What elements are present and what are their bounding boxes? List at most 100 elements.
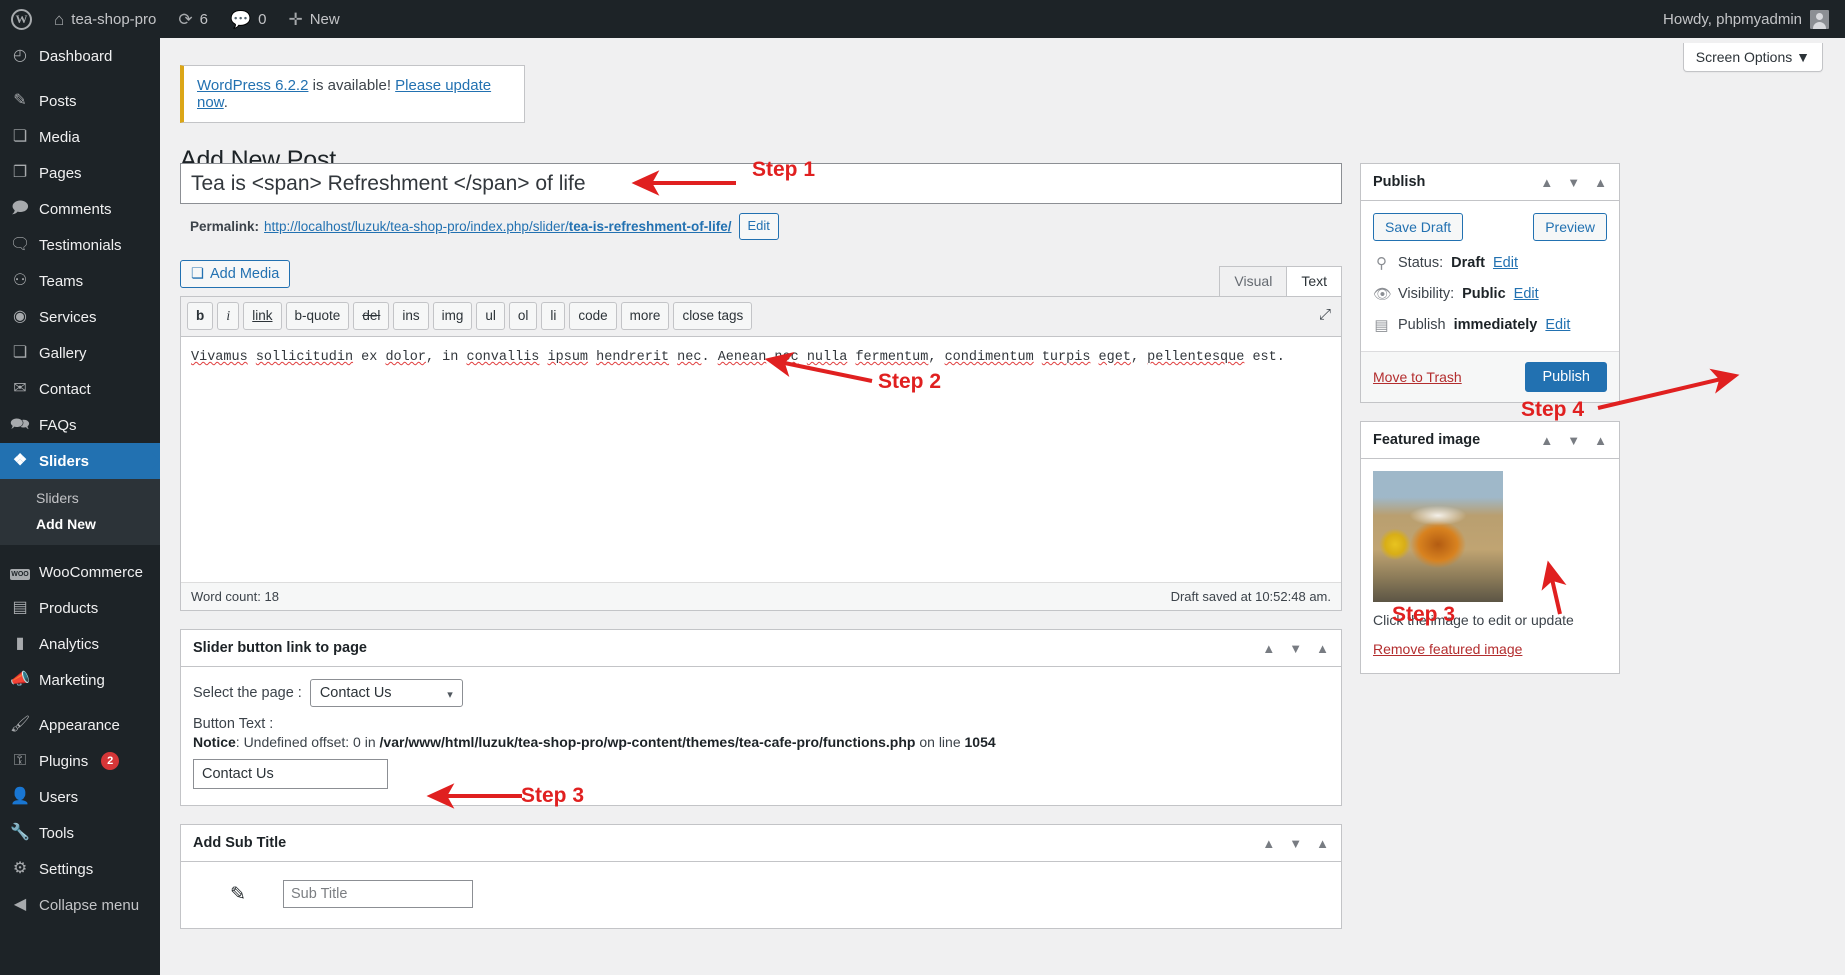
new-label: New xyxy=(309,10,340,28)
quicktag-blockquote[interactable]: b-quote xyxy=(285,301,350,331)
sidebar-item-comments[interactable]: 🗩 Comments xyxy=(0,191,160,227)
quicktag-bold[interactable]: b xyxy=(187,301,214,331)
sidebar-item-teams[interactable]: ⚇ Teams xyxy=(0,263,160,299)
quicktag-italic[interactable]: i xyxy=(217,301,240,331)
wordpress-version-link[interactable]: WordPress 6.2.2 xyxy=(197,77,308,94)
sidebar-item-dashboard[interactable]: ◴ Dashboard xyxy=(0,38,160,74)
sidebar-item-tools[interactable]: 🔧 Tools xyxy=(0,815,160,851)
move-up-icon[interactable]: ▲ xyxy=(1262,641,1275,656)
updates-button[interactable]: ⟳ 6 xyxy=(167,0,219,38)
quicktag-li[interactable]: li xyxy=(541,301,566,331)
edit-publish-date-link[interactable]: Edit xyxy=(1545,317,1570,333)
toggle-panel-icon[interactable]: ▲ xyxy=(1316,836,1329,851)
sidebar-item-plugins[interactable]: ⚿ Plugins 2 xyxy=(0,743,160,779)
quicktag-ins[interactable]: ins xyxy=(393,301,429,331)
sidebar-item-media[interactable]: ❏ Media xyxy=(0,119,160,155)
sidebar-item-products[interactable]: ▤ Products xyxy=(0,590,160,626)
sidebar-item-faqs[interactable]: 🗪 FAQs xyxy=(0,407,160,443)
status-label: Status: xyxy=(1398,255,1444,271)
button-text-input[interactable] xyxy=(193,759,388,790)
tab-visual[interactable]: Visual xyxy=(1219,265,1288,296)
remove-featured-image-link[interactable]: Remove featured image xyxy=(1373,641,1607,657)
sidebar-item-appearance[interactable]: 🖌 Appearance xyxy=(0,707,160,743)
sidebar-item-posts[interactable]: ✎ Posts xyxy=(0,83,160,119)
step-2-label: Step 2 xyxy=(878,370,942,393)
quicktag-code[interactable]: code xyxy=(569,301,617,331)
metabox-body: ✎ xyxy=(181,862,1341,928)
toggle-panel-icon[interactable]: ▲ xyxy=(1594,175,1607,190)
move-up-icon[interactable]: ▲ xyxy=(1540,433,1553,448)
add-media-button[interactable]: ❏ Add Media xyxy=(180,259,291,288)
move-up-icon[interactable]: ▲ xyxy=(1262,836,1275,851)
sidebar-item-label: Tools xyxy=(39,824,75,842)
sidebar-item-marketing[interactable]: 📣 Marketing xyxy=(0,662,160,698)
edit-permalink-button[interactable]: Edit xyxy=(738,213,779,240)
quicktag-img[interactable]: img xyxy=(432,301,473,331)
visibility-row: 👁 Visibility: Public Edit xyxy=(1373,285,1607,303)
move-down-icon[interactable]: ▼ xyxy=(1567,433,1580,448)
sidebar-item-label: Pages xyxy=(39,164,82,182)
tab-text[interactable]: Text xyxy=(1286,265,1342,296)
step-3-image-label: Step 3 xyxy=(1392,603,1456,626)
sidebar-item-contact[interactable]: ✉ Contact xyxy=(0,371,160,407)
publish-button[interactable]: Publish xyxy=(1525,362,1607,392)
toggle-panel-icon[interactable]: ▲ xyxy=(1316,641,1329,656)
edit-status-link[interactable]: Edit xyxy=(1493,255,1518,271)
quicktag-ul[interactable]: ul xyxy=(476,301,505,331)
edit-visibility-link[interactable]: Edit xyxy=(1514,286,1539,302)
sub-title-input[interactable] xyxy=(283,880,473,909)
quicktag-close-tags[interactable]: close tags xyxy=(673,301,753,331)
sidebar-subitem-add-new[interactable]: Add New xyxy=(0,511,160,537)
sidebar-item-settings[interactable]: ⚙ Settings xyxy=(0,851,160,887)
sidebar-item-woocommerce[interactable]: WOO WooCommerce xyxy=(0,554,160,590)
comments-button[interactable]: 💬 0 xyxy=(219,0,278,38)
wp-logo-button[interactable]: W xyxy=(0,0,43,38)
screen-options-button[interactable]: Screen Options ▼ xyxy=(1682,43,1823,72)
permalink-link[interactable]: http://localhost/luzuk/tea-shop-pro/inde… xyxy=(264,219,731,234)
sidebar-subitem-sliders[interactable]: Sliders xyxy=(0,485,160,511)
featured-image-thumbnail[interactable] xyxy=(1373,471,1503,602)
publish-box: Publish ▲ ▼ ▲ Save Draft Preview ⚲ Statu… xyxy=(1360,163,1620,403)
sidebar-item-label: Gallery xyxy=(39,344,87,362)
quicktag-ol[interactable]: ol xyxy=(508,301,538,331)
toggle-panel-icon[interactable]: ▲ xyxy=(1594,433,1607,448)
updates-count: 6 xyxy=(199,10,208,28)
sidebar-item-label: Plugins xyxy=(39,752,89,770)
account-menu[interactable]: Howdy, phpmyadmin xyxy=(1663,9,1845,29)
sidebar-item-gallery[interactable]: ❏ Gallery xyxy=(0,335,160,371)
media-icon: ❏ xyxy=(12,344,28,361)
bar-chart-icon: ▮ xyxy=(15,635,25,652)
move-to-trash-link[interactable]: Move to Trash xyxy=(1373,369,1462,385)
site-name-button[interactable]: ⌂ tea-shop-pro xyxy=(43,0,167,38)
sidebar-item-services[interactable]: ◉ Services xyxy=(0,299,160,335)
move-down-icon[interactable]: ▼ xyxy=(1567,175,1580,190)
preview-button[interactable]: Preview xyxy=(1533,213,1607,241)
collapse-menu-label: Collapse menu xyxy=(39,896,140,914)
quicktag-more[interactable]: more xyxy=(620,301,670,331)
move-down-icon[interactable]: ▼ xyxy=(1289,641,1302,656)
sidebar-item-users[interactable]: 👤 Users xyxy=(0,779,160,815)
sidebar-item-label: Dashboard xyxy=(39,47,113,65)
save-draft-button[interactable]: Save Draft xyxy=(1373,213,1464,241)
collapse-menu-button[interactable]: ◀ Collapse menu xyxy=(0,887,160,923)
move-down-icon[interactable]: ▼ xyxy=(1289,836,1302,851)
new-content-button[interactable]: ✛ New xyxy=(277,0,350,38)
media-icon: ❏ xyxy=(12,128,28,145)
fullscreen-icon[interactable]: ⤢ xyxy=(1319,306,1331,323)
select-page-wrapper: Contact Us ▾ xyxy=(309,679,463,708)
sidebar-submenu-sliders: Sliders Add New xyxy=(0,479,160,545)
sidebar-item-label: WooCommerce xyxy=(39,563,143,581)
post-content-textarea[interactable]: Vivamus sollicitudin ex dolor, in conval… xyxy=(181,337,1341,582)
quicktag-del[interactable]: del xyxy=(353,301,390,331)
add-media-label: Add Media xyxy=(210,265,280,282)
sidebar-item-sliders[interactable]: ❖ Sliders xyxy=(0,443,160,479)
visibility-value: Public xyxy=(1462,286,1506,302)
quicktag-link[interactable]: link xyxy=(243,301,282,331)
sidebar-item-pages[interactable]: ❐ Pages xyxy=(0,155,160,191)
featured-image-box: Featured image ▲ ▼ ▲ Click the image to … xyxy=(1360,421,1620,674)
sidebar-item-analytics[interactable]: ▮ Analytics xyxy=(0,626,160,662)
select-page-dropdown[interactable]: Contact Us xyxy=(309,679,463,708)
settings-sliders-icon: ⚙ xyxy=(12,860,28,877)
sidebar-item-testimonials[interactable]: 🗨 Testimonials xyxy=(0,227,160,263)
move-up-icon[interactable]: ▲ xyxy=(1540,175,1553,190)
